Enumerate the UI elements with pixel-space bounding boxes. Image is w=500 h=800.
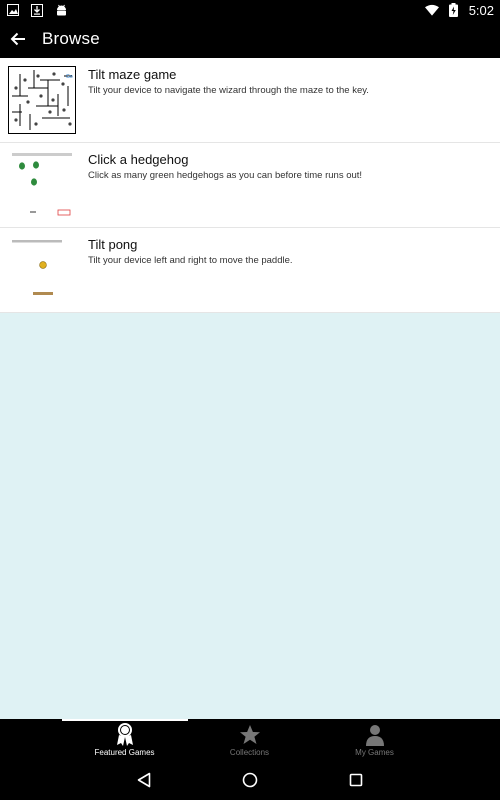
arrow-left-icon: [10, 32, 25, 46]
system-home-button[interactable]: [236, 766, 264, 794]
page-title: Browse: [42, 29, 100, 48]
tab-label: My Games: [355, 748, 394, 757]
status-left-icons: [6, 3, 68, 17]
game-description: Click as many green hedgehogs as you can…: [88, 170, 363, 181]
game-item-tilt-pong[interactable]: Tilt pong Tilt your device left and righ…: [0, 228, 500, 313]
home-circle-icon: [242, 772, 258, 788]
android-icon: [54, 3, 68, 17]
battery-charging-icon: [447, 3, 461, 17]
award-icon: [116, 723, 133, 746]
recents-square-icon: [349, 773, 363, 787]
app-bar: Browse: [0, 20, 500, 58]
tilt-maze-thumbnail: Go: [8, 66, 76, 134]
status-time: 5:02: [468, 2, 494, 18]
tab-label: Featured Games: [94, 748, 155, 757]
star-icon: [239, 725, 260, 744]
game-description: Tilt your device left and right to move …: [88, 255, 293, 266]
game-item-tilt-maze[interactable]: Go Tilt maze game Tilt your device to na…: [0, 58, 500, 143]
game-title: Click a hedgehog: [88, 152, 189, 167]
tab-featured-games[interactable]: Featured Games: [62, 719, 187, 760]
game-title: Tilt maze game: [88, 67, 177, 82]
image-icon: [6, 3, 20, 17]
click-hedgehog-thumbnail: [8, 151, 76, 219]
status-bar: 5:02: [0, 0, 500, 20]
tilt-pong-thumbnail: [8, 236, 76, 304]
tab-label: Collections: [229, 748, 270, 757]
wifi-icon: [424, 3, 439, 17]
person-icon: [365, 725, 384, 746]
game-title: Tilt pong: [88, 237, 138, 252]
game-item-click-hedgehog[interactable]: Click a hedgehog Click as many green hed…: [0, 143, 500, 228]
game-text: Click a hedgehog Click as many green hed…: [88, 143, 362, 227]
system-nav-bar: [0, 760, 500, 800]
game-text: Tilt maze game Tilt your device to navig…: [88, 58, 369, 142]
screen: 5:02 Browse Go Tilt maze game Tilt your …: [0, 0, 500, 800]
game-description: Tilt your device to navigate the wizard …: [88, 85, 369, 96]
game-list: Go Tilt maze game Tilt your device to na…: [0, 58, 500, 313]
back-button[interactable]: [3, 20, 33, 58]
download-icon: [30, 3, 44, 17]
game-text: Tilt pong Tilt your device left and righ…: [88, 228, 293, 312]
tab-collections[interactable]: Collections: [187, 719, 312, 760]
bottom-tab-bar: Featured Games Collections My Games: [0, 719, 500, 760]
back-triangle-icon: [137, 772, 151, 788]
tabs: Featured Games Collections My Games: [62, 719, 438, 760]
status-right: 5:02: [424, 2, 494, 18]
content-area: Go Tilt maze game Tilt your device to na…: [0, 58, 500, 719]
system-recents-button[interactable]: [342, 766, 370, 794]
tab-my-games[interactable]: My Games: [312, 719, 437, 760]
svg-text:Go: Go: [66, 74, 73, 80]
system-back-button[interactable]: [130, 766, 158, 794]
